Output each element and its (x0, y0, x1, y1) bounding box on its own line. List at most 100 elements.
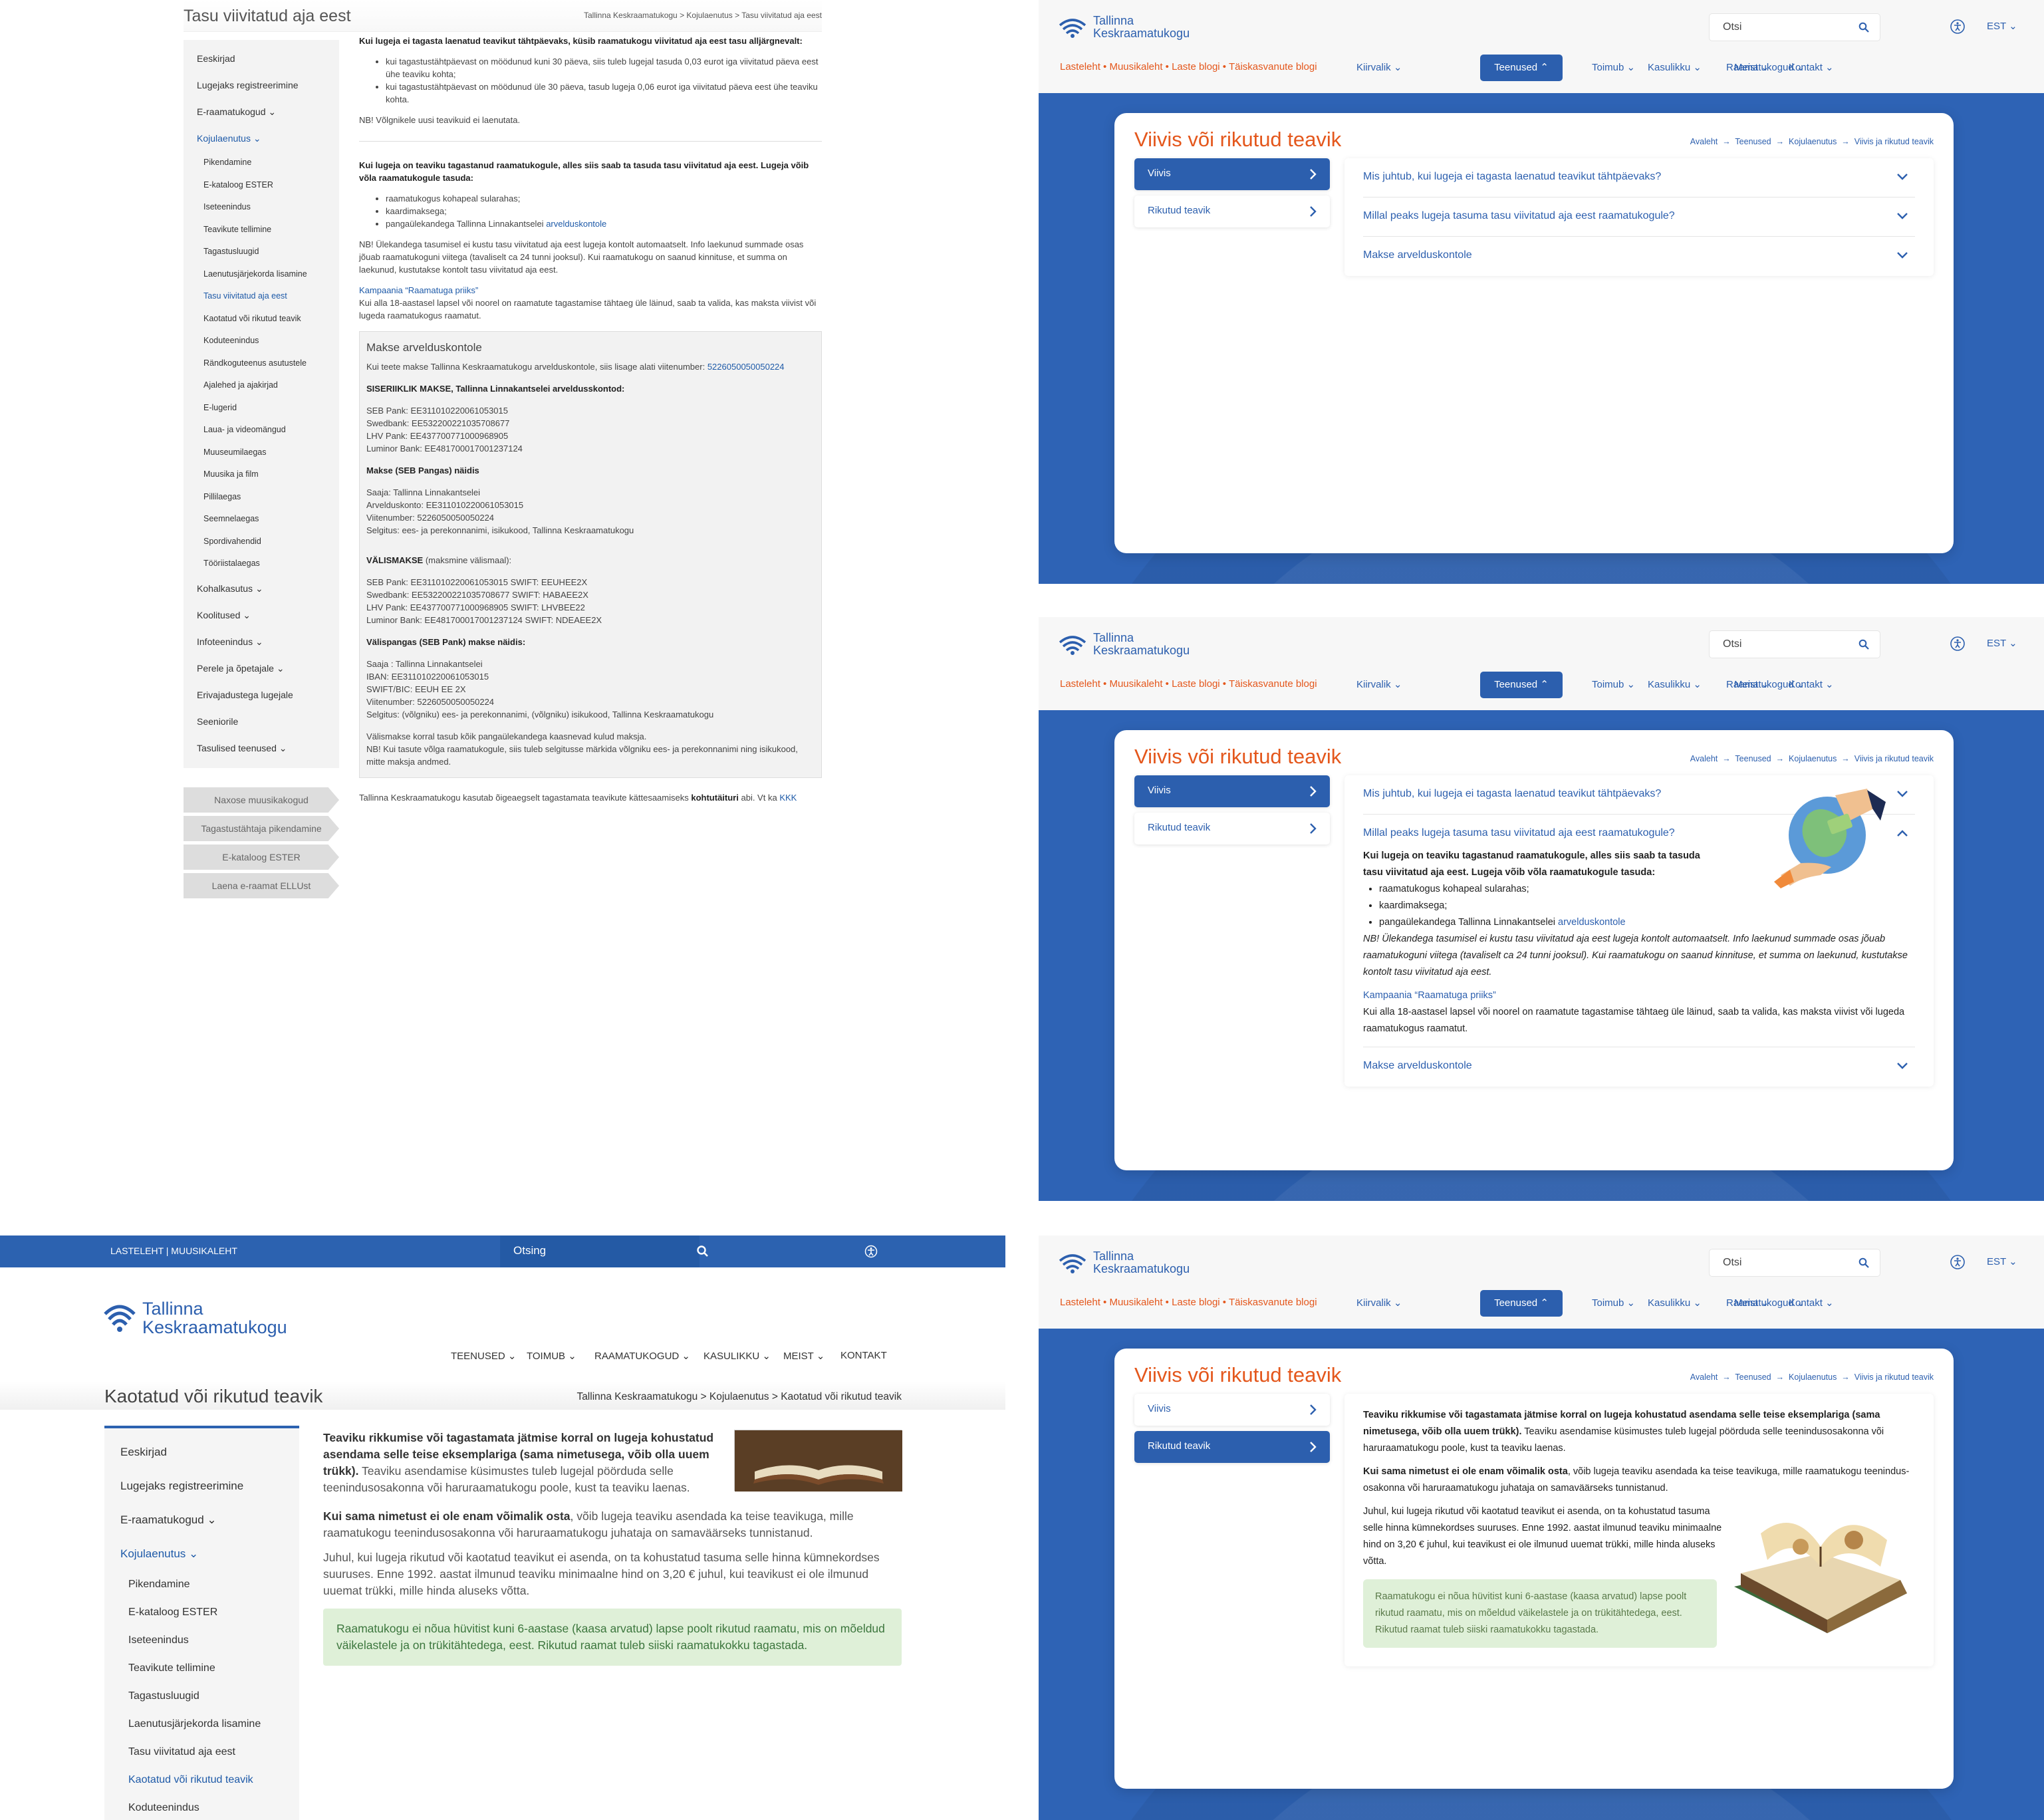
nav-teenused[interactable]: Teenused ⌃ (1480, 55, 1563, 81)
library-logo-icon[interactable] (1059, 633, 1086, 656)
sidebar-item[interactable]: Teavikute tellimine (104, 1654, 299, 1682)
chevron-up-icon[interactable] (1896, 829, 1908, 837)
sidebar-item[interactable]: Muusika ja film (184, 463, 339, 486)
sidebar-item[interactable]: Iseteenindus (104, 1626, 299, 1654)
sidebar-item[interactable]: Seeniorile (184, 708, 339, 735)
sidebar-item[interactable]: Kaotatud või rikutud teavik (104, 1766, 299, 1794)
sidebar-item[interactable]: Lugejaks registreerimine (104, 1469, 299, 1503)
nav-kiirvalik[interactable]: Kiirvalik ⌄ (1356, 61, 1402, 73)
logo-text[interactable]: Tallinna Keskraamatukogu (1093, 1250, 1190, 1275)
sidebar-item[interactable]: Pillilaegas (184, 486, 339, 509)
accordion-question[interactable]: Makse arvelduskontole (1363, 1047, 1915, 1087)
nav-item[interactable]: MEIST ⌄ (783, 1350, 825, 1362)
nav-toimub[interactable]: Toimub ⌄ (1592, 678, 1635, 690)
nav-item[interactable]: RAAMATUKOGUD ⌄ (594, 1350, 690, 1362)
nav-item[interactable]: TOIMUB ⌄ (527, 1350, 576, 1362)
accessibility-icon[interactable] (1950, 636, 1966, 652)
nav-item[interactable]: KONTAKT (840, 1350, 887, 1361)
sidebar-item[interactable]: E-lugerid (184, 397, 339, 420)
sidebar-item[interactable]: Teavikute tellimine (184, 219, 339, 241)
nav-kasulikku[interactable]: Kasulikku ⌄ (1648, 678, 1702, 690)
sidebar-item[interactable]: Ajalehed ja ajakirjad (184, 374, 339, 397)
language-select[interactable]: EST ⌄ (1987, 20, 2017, 32)
sidebar-item[interactable]: E-kataloog ESTER (104, 1599, 299, 1626)
sidebar-item[interactable]: Koduteenindus (184, 330, 339, 352)
nav-kiirvalik[interactable]: Kiirvalik ⌄ (1356, 1297, 1402, 1309)
nav-teenused[interactable]: Teenused ⌃ (1480, 672, 1563, 698)
accordion-question[interactable]: Millal peaks lugeja tasuma tasu viivitat… (1363, 197, 1915, 237)
sidebar-item[interactable]: Eeskirjad (184, 45, 339, 72)
sidebar-item[interactable]: Laenutusjärjekorda lisamine (104, 1710, 299, 1738)
tab-viivis[interactable]: Viivis (1134, 158, 1330, 190)
accordion-question[interactable]: Makse arvelduskontole (1363, 237, 1915, 276)
search-icon[interactable] (1858, 22, 1869, 33)
sidebar-item[interactable]: Lugejaks registreerimine (184, 72, 339, 98)
chevron-down-icon[interactable] (1896, 173, 1908, 181)
sidebar-item[interactable]: Tasu viivitatud aja eest (104, 1738, 299, 1766)
nav-kiirvalik[interactable]: Kiirvalik ⌄ (1356, 678, 1402, 690)
breadcrumb[interactable]: Avaleht → Teenused → Kojulaenutus → Viiv… (1690, 754, 1934, 763)
sidebar-item[interactable]: Tasulised teenused ⌄ (184, 735, 339, 761)
sidebar-item[interactable]: Perele ja õpetajale ⌄ (184, 655, 339, 682)
sidebar-item[interactable]: Koduteenindus (104, 1794, 299, 1820)
top-links[interactable]: LASTELEHT | MUUSIKALEHT (110, 1245, 237, 1256)
search-icon[interactable] (1858, 639, 1869, 650)
nav-kasulikku[interactable]: Kasulikku ⌄ (1648, 61, 1702, 73)
library-logo-icon[interactable] (102, 1298, 137, 1334)
tab-rikutud-teavik[interactable]: Rikutud teavik (1134, 195, 1330, 227)
chevron-down-icon[interactable] (1896, 212, 1908, 220)
nav-toimub[interactable]: Toimub ⌄ (1592, 61, 1635, 73)
sidebar-item[interactable]: Tasu viivitatud aja eest (184, 285, 339, 308)
sidebar-item[interactable]: Spordivahendid (184, 531, 339, 553)
accessibility-icon[interactable] (1950, 1254, 1966, 1270)
account-link[interactable]: arvelduskontole (546, 219, 606, 229)
nav-kontakt[interactable]: Kontakt ⌄ (1789, 1297, 1834, 1309)
tab-rikutud-teavik[interactable]: Rikutud teavik (1134, 813, 1330, 845)
sidebar-item[interactable]: Laenutusjärjekorda lisamine (184, 263, 339, 286)
chevron-down-icon[interactable] (1896, 790, 1908, 798)
library-logo-icon[interactable] (1059, 16, 1086, 39)
search-input[interactable]: Otsi (1709, 630, 1880, 658)
tab-viivis[interactable]: Viivis (1134, 1394, 1330, 1426)
breadcrumb[interactable]: Avaleht → Teenused → Kojulaenutus → Viiv… (1690, 1372, 1934, 1382)
tab-rikutud-teavik[interactable]: Rikutud teavik (1134, 1431, 1330, 1463)
quick-links[interactable]: Lasteleht • Muusikaleht • Laste blogi • … (1060, 1297, 1317, 1308)
accessibility-icon[interactable] (864, 1245, 878, 1258)
sidebar-item[interactable]: Eeskirjad (104, 1435, 299, 1469)
search-icon[interactable] (1858, 1257, 1869, 1268)
accessibility-icon[interactable] (1950, 19, 1966, 35)
nav-meist[interactable]: Meist ⌄ (1734, 678, 1769, 690)
nav-item[interactable]: TEENUSED ⌄ (451, 1350, 516, 1362)
chevron-down-icon[interactable] (1896, 1062, 1908, 1070)
sidebar-item[interactable]: Rändkoguteenus asutustele (184, 352, 339, 375)
logo-text[interactable]: Tallinna Keskraamatukogu (1093, 632, 1190, 657)
logo-text[interactable]: Tallinna Keskraamatukogu (142, 1299, 287, 1337)
nav-kontakt[interactable]: Kontakt ⌄ (1789, 61, 1834, 73)
sidebar-item[interactable]: Erivajadustega lugejale (184, 682, 339, 708)
sidebar-item[interactable]: E-kataloog ESTER (184, 174, 339, 197)
sidebar-item[interactable]: Iseteenindus (184, 196, 339, 219)
accordion-question[interactable]: Mis juhtub, kui lugeja ei tagasta laenat… (1363, 158, 1915, 197)
sidebar-item[interactable]: Pikendamine (184, 152, 339, 174)
nav-meist[interactable]: Meist ⌄ (1734, 1297, 1769, 1309)
sidebar-item[interactable]: Tagastusluugid (104, 1682, 299, 1710)
breadcrumb[interactable]: Tallinna Keskraamatukogu > Kojulaenutus … (576, 1391, 902, 1403)
search-input[interactable]: Otsi (1709, 13, 1880, 41)
sidebar-link-button[interactable]: Tagastustähtaja pikendamine (184, 816, 339, 841)
sidebar-item[interactable]: E-raamatukogud ⌄ (104, 1503, 299, 1537)
sidebar-item[interactable]: Kojulaenutus ⌄ (104, 1537, 299, 1571)
breadcrumb[interactable]: Tallinna Keskraamatukogu > Kojulaenutus … (584, 11, 822, 20)
nav-meist[interactable]: Meist ⌄ (1734, 61, 1769, 73)
quick-links[interactable]: Lasteleht • Muusikaleht • Laste blogi • … (1060, 678, 1317, 690)
sidebar-item[interactable]: Koolitused ⌄ (184, 602, 339, 628)
ref-number-link[interactable]: 5226050050050224 (707, 362, 785, 372)
sidebar-item[interactable]: Tööriistalaegas (184, 553, 339, 575)
campaign-link[interactable]: Kampaania “Raamatuga priiks” (359, 285, 478, 295)
sidebar-item[interactable]: Muuseumilaegas (184, 442, 339, 464)
campaign-link[interactable]: Kampaania “Raamatuga priiks” (1363, 990, 1496, 1001)
sidebar-link-button[interactable]: Naxose muusikakogud (184, 787, 339, 813)
language-select[interactable]: EST ⌄ (1987, 637, 2017, 649)
sidebar-item[interactable]: E-raamatukogud ⌄ (184, 98, 339, 125)
chevron-down-icon[interactable] (1896, 251, 1908, 259)
language-select[interactable]: EST ⌄ (1987, 1255, 2017, 1267)
